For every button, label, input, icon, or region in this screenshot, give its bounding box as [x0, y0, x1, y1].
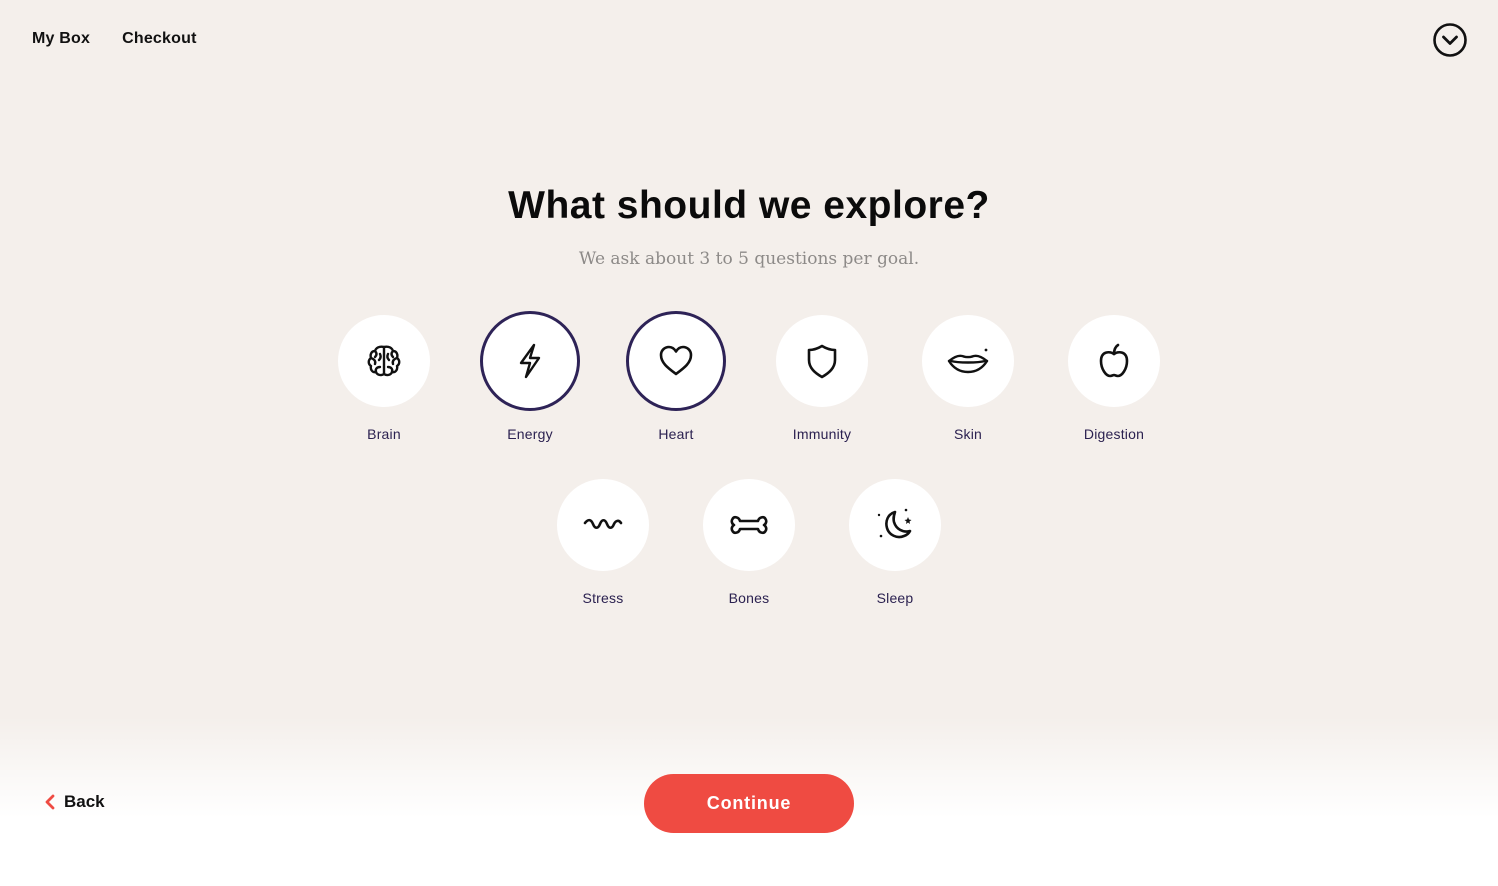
- lips-icon: [947, 348, 989, 374]
- account-menu-button[interactable]: [1432, 22, 1468, 58]
- goal-label: Bones: [728, 590, 770, 606]
- nav-checkout[interactable]: Checkout: [122, 30, 197, 48]
- goal-circle: [776, 315, 868, 407]
- brain-icon: [367, 345, 401, 377]
- lightning-icon: [519, 343, 541, 379]
- goal-label: Heart: [658, 426, 694, 442]
- shield-icon: [807, 344, 837, 379]
- goal-brain[interactable]: Brain: [311, 315, 457, 442]
- goal-circle: [922, 315, 1014, 407]
- back-button[interactable]: Back: [44, 792, 105, 812]
- goal-skin[interactable]: Skin: [895, 315, 1041, 442]
- goal-energy[interactable]: Energy: [457, 311, 603, 442]
- goal-circle: [703, 479, 795, 571]
- goal-circle: [557, 479, 649, 571]
- apple-icon: [1099, 343, 1129, 378]
- goal-heart[interactable]: Heart: [603, 311, 749, 442]
- goal-label: Sleep: [876, 590, 914, 606]
- goal-circle: [480, 311, 580, 411]
- goal-label: Immunity: [792, 426, 852, 442]
- goal-label: Stress: [582, 590, 624, 606]
- goal-label: Skin: [953, 426, 983, 442]
- goal-label: Digestion: [1083, 426, 1145, 442]
- goal-circle: [849, 479, 941, 571]
- page-subtitle: We ask about 3 to 5 questions per goal.: [578, 249, 920, 269]
- goal-stress[interactable]: Stress: [530, 479, 676, 606]
- nav-my-box[interactable]: My Box: [32, 30, 90, 48]
- goal-circle: [338, 315, 430, 407]
- chevron-left-icon: [45, 794, 55, 810]
- top-nav: My Box Checkout: [32, 30, 197, 48]
- goal-label: Brain: [367, 426, 401, 442]
- chevron-down-circle-icon: [1433, 23, 1467, 57]
- continue-button[interactable]: Continue: [644, 774, 854, 833]
- goal-label: Energy: [507, 426, 553, 442]
- goal-bones[interactable]: Bones: [676, 479, 822, 606]
- back-label: Back: [64, 792, 105, 811]
- page-title: What should we explore?: [508, 184, 990, 227]
- goal-circle: [626, 311, 726, 411]
- heart-icon: [659, 345, 693, 376]
- goal-immunity[interactable]: Immunity: [749, 315, 895, 442]
- goal-circle: [1068, 315, 1160, 407]
- bone-icon: [730, 515, 768, 535]
- goal-sleep[interactable]: Sleep: [822, 479, 968, 606]
- moon-icon: [877, 508, 912, 539]
- wave-icon: [583, 518, 623, 530]
- goal-digestion[interactable]: Digestion: [1041, 315, 1187, 442]
